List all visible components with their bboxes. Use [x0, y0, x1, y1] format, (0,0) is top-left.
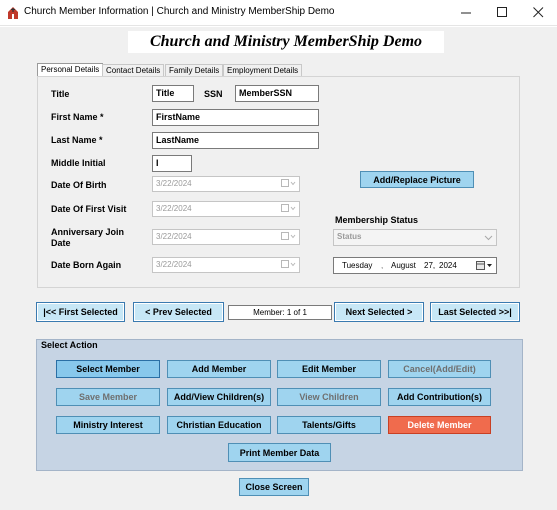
christian-education-button[interactable]: Christian Education [167, 416, 271, 434]
prev-selected-label: < Prev Selected [145, 307, 212, 317]
first-name-label: First Name * [51, 112, 104, 122]
first-name-field[interactable]: FirstName [152, 109, 319, 126]
date-month: August [391, 261, 416, 270]
first-selected-label: |<< First Selected [43, 307, 118, 317]
dob-value: 3/22/2024 [156, 179, 192, 188]
add-contributions-button[interactable]: Add Contribution(s) [388, 388, 491, 406]
first-selected-button[interactable]: |<< First Selected [36, 302, 125, 322]
chevron-down-icon [484, 233, 493, 245]
date-separator: , [381, 261, 384, 270]
ssn-field[interactable]: MemberSSN [235, 85, 319, 102]
member-counter: Member: 1 of 1 [228, 305, 332, 320]
select-action-label: Select Action [41, 340, 98, 350]
print-member-data-button[interactable]: Print Member Data [228, 443, 331, 462]
minimize-icon [461, 6, 472, 21]
save-member-button[interactable]: Save Member [56, 388, 160, 406]
prev-selected-button[interactable]: < Prev Selected [133, 302, 224, 322]
calendar-dropdown-icon[interactable] [281, 232, 297, 241]
first-visit-date-picker[interactable]: 3/22/2024 [152, 201, 300, 217]
tab-personal-details[interactable]: Personal Details [37, 63, 104, 77]
title-label: Title [51, 89, 70, 99]
ministry-interest-button[interactable]: Ministry Interest [56, 416, 160, 434]
calendar-dropdown-icon[interactable] [281, 179, 297, 188]
add-view-children-button[interactable]: Add/View Children(s) [167, 388, 271, 406]
dob-date-picker[interactable]: 3/22/2024 [152, 176, 300, 192]
calendar-dropdown-icon[interactable] [281, 204, 297, 213]
calendar-dropdown-icon[interactable] [281, 260, 297, 269]
delete-member-button[interactable]: Delete Member [388, 416, 491, 434]
membership-status-value: Status [337, 232, 362, 241]
middle-initial-label: Middle Initial [51, 158, 106, 168]
title-field[interactable]: Title [152, 85, 194, 102]
close-button[interactable] [520, 0, 557, 26]
maximize-icon [497, 6, 508, 21]
window-title: Church Member Information | Church and M… [24, 6, 335, 17]
ssn-label: SSN [204, 89, 223, 99]
anniversary-value: 3/22/2024 [156, 232, 192, 241]
born-again-label: Date Born Again [51, 260, 122, 270]
middle-initial-field[interactable]: I [152, 155, 192, 172]
next-selected-button[interactable]: Next Selected > [334, 302, 424, 322]
date-weekday: Tuesday [342, 261, 373, 270]
close-icon [533, 6, 544, 21]
add-member-button[interactable]: Add Member [167, 360, 271, 378]
first-visit-value: 3/22/2024 [156, 204, 192, 213]
select-member-button[interactable]: Select Member [56, 360, 160, 378]
born-again-value: 3/22/2024 [156, 260, 192, 269]
first-visit-label: Date Of First Visit [51, 204, 127, 214]
date-day: 27, [424, 261, 436, 270]
anniversary-label-line2: Date [51, 238, 71, 248]
last-name-field[interactable]: LastName [152, 132, 319, 149]
anniversary-label-line1: Anniversary Join [51, 227, 125, 237]
dob-label: Date Of Birth [51, 180, 107, 190]
title-bar: Church Member Information | Church and M… [0, 0, 557, 26]
church-icon [6, 6, 20, 20]
date-year: 2024 [439, 261, 457, 270]
next-selected-label: Next Selected > [345, 307, 413, 317]
membership-date-picker[interactable]: Tuesday , August 27, 2024 [333, 257, 497, 274]
close-screen-button[interactable]: Close Screen [239, 478, 309, 496]
view-children-button[interactable]: View Children [277, 388, 381, 406]
membership-status-label: Membership Status [335, 215, 419, 225]
talents-gifts-button[interactable]: Talents/Gifts [277, 416, 381, 434]
last-selected-label: Last Selected >>| [438, 307, 512, 317]
last-selected-button[interactable]: Last Selected >>| [430, 302, 520, 322]
add-replace-picture-button[interactable]: Add/Replace Picture [360, 171, 474, 188]
cancel-add-edit-button[interactable]: Cancel(Add/Edit) [388, 360, 491, 378]
maximize-button[interactable] [484, 0, 521, 26]
minimize-button[interactable] [448, 0, 485, 26]
membership-status-select[interactable]: Status [333, 229, 497, 246]
anniversary-date-picker[interactable]: 3/22/2024 [152, 229, 300, 245]
edit-member-button[interactable]: Edit Member [277, 360, 381, 378]
born-again-date-picker[interactable]: 3/22/2024 [152, 257, 300, 273]
app-banner: Church and Ministry MemberShip Demo [128, 31, 444, 53]
last-name-label: Last Name * [51, 135, 103, 145]
calendar-dropdown-icon[interactable] [476, 261, 494, 273]
